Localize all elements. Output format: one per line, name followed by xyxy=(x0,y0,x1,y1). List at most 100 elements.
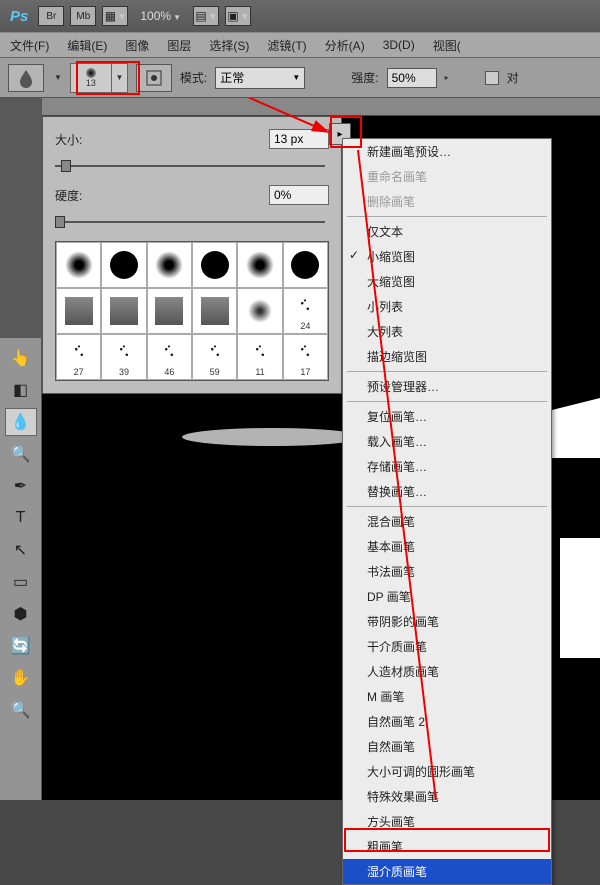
tool-eraser[interactable]: ◧ xyxy=(5,376,37,404)
brush-preset-cell[interactable] xyxy=(101,288,146,334)
hardness-input[interactable]: 0% xyxy=(269,185,329,205)
menu-item[interactable]: 基本画笔 xyxy=(343,534,551,559)
menu-item[interactable]: 自然画笔 xyxy=(343,734,551,759)
brush-preset-cell[interactable]: 17 xyxy=(283,334,328,380)
brush-preset-cell[interactable]: 46 xyxy=(147,334,192,380)
screenmode-button[interactable]: ▦▼ xyxy=(102,6,128,26)
menu-item[interactable]: 预设管理器… xyxy=(343,374,551,399)
tool-dodge[interactable]: 🔍 xyxy=(5,440,37,468)
size-input[interactable]: 13 px xyxy=(269,129,329,149)
options-bar: ▼ 13 ▼ 模式: 正常▼ 强度: 50% ▸ 对 xyxy=(0,58,600,98)
menu-item[interactable]: 特殊效果画笔 xyxy=(343,784,551,809)
tool-shape[interactable]: ▭ xyxy=(5,568,37,596)
menu-image[interactable]: 图像 xyxy=(125,37,149,54)
menu-item[interactable]: 大列表 xyxy=(343,319,551,344)
brush-preset-cell[interactable]: 11 xyxy=(237,334,282,380)
brush-preset-cell[interactable] xyxy=(56,242,101,288)
brush-size-label: 24 xyxy=(300,321,310,331)
menu-layer[interactable]: 图层 xyxy=(167,37,191,54)
brush-preset-cell[interactable] xyxy=(237,242,282,288)
brush-preset-cell[interactable]: 39 xyxy=(101,334,146,380)
menu-item[interactable]: 复位画笔… xyxy=(343,404,551,429)
brush-swatch xyxy=(110,297,138,325)
menu-separator xyxy=(347,216,547,217)
canvas-shape-2 xyxy=(560,538,600,658)
menu-item[interactable]: 大缩览图 xyxy=(343,269,551,294)
menu-item[interactable]: 替换画笔… xyxy=(343,479,551,504)
brush-preset-cell[interactable]: 27 xyxy=(56,334,101,380)
zoom-level[interactable]: 100%▼ xyxy=(134,9,187,23)
menu-item[interactable]: 书法画笔 xyxy=(343,559,551,584)
brush-preset-cell[interactable]: 24 xyxy=(283,288,328,334)
arrange-button[interactable]: ▤▼ xyxy=(193,6,219,26)
brush-preset-cell[interactable] xyxy=(283,242,328,288)
brush-size-label: 46 xyxy=(164,367,174,377)
menu-edit[interactable]: 编辑(E) xyxy=(67,37,107,54)
menu-item[interactable]: 大小可调的圆形画笔 xyxy=(343,759,551,784)
pen-icon: ✒ xyxy=(14,476,27,496)
menu-view[interactable]: 视图( xyxy=(433,37,461,54)
brush-preset-cell[interactable] xyxy=(56,288,101,334)
menu-item[interactable]: DP 画笔 xyxy=(343,584,551,609)
extras-button[interactable]: ▣▼ xyxy=(225,6,251,26)
tool-blur[interactable]: 💧 xyxy=(5,408,37,436)
brush-preset-cell[interactable] xyxy=(101,242,146,288)
menu-item[interactable]: 湿介质画笔 xyxy=(343,859,551,884)
menu-select[interactable]: 选择(S) xyxy=(209,37,249,54)
brush-preset-cell[interactable] xyxy=(147,242,192,288)
tool-pen[interactable]: ✒ xyxy=(5,472,37,500)
menu-3d[interactable]: 3D(D) xyxy=(383,38,415,52)
menu-item[interactable]: 小缩览图✓ xyxy=(343,244,551,269)
strength-input[interactable]: 50% xyxy=(387,68,437,88)
mode-select[interactable]: 正常▼ xyxy=(215,67,305,89)
brush-swatch xyxy=(246,338,274,366)
minibridge-button[interactable]: Mb xyxy=(70,6,96,26)
tool-type[interactable]: T xyxy=(5,504,37,532)
tool-path[interactable]: ↖ xyxy=(5,536,37,564)
brush-swatch xyxy=(110,338,138,366)
menu-filter[interactable]: 滤镜(T) xyxy=(267,37,306,54)
menu-item[interactable]: 存储画笔… xyxy=(343,454,551,479)
menu-item[interactable]: 干介质画笔 xyxy=(343,634,551,659)
menu-item[interactable]: M 画笔 xyxy=(343,684,551,709)
brush-preset-dropdown[interactable]: ▼ xyxy=(112,63,128,93)
brush-preset-cell[interactable] xyxy=(147,288,192,334)
current-tool-icon[interactable] xyxy=(8,64,44,92)
brush-panel-toggle[interactable] xyxy=(136,64,172,92)
menu-item[interactable]: 载入画笔… xyxy=(343,429,551,454)
menu-item[interactable]: 人造材质画笔 xyxy=(343,659,551,684)
menu-item[interactable]: 自然画笔 2 xyxy=(343,709,551,734)
menu-file[interactable]: 文件(F) xyxy=(10,37,49,54)
tool-3drotate[interactable]: 🔄 xyxy=(5,632,37,660)
dodge-icon: 🔍 xyxy=(11,444,31,464)
tool-3d[interactable]: ⬢ xyxy=(5,600,37,628)
brush-size-label: 39 xyxy=(119,367,129,377)
menu-item[interactable]: 方头画笔 xyxy=(343,809,551,834)
menu-item[interactable]: 小列表 xyxy=(343,294,551,319)
menu-item[interactable]: 带阴影的画笔 xyxy=(343,609,551,634)
menu-item[interactable]: 仅文本 xyxy=(343,219,551,244)
tool-smudge[interactable]: 👆 xyxy=(5,344,37,372)
menu-item[interactable]: 粗画笔 xyxy=(343,834,551,859)
menu-item[interactable]: 描边缩览图 xyxy=(343,344,551,369)
bridge-button[interactable]: Br xyxy=(38,6,64,26)
menu-analysis[interactable]: 分析(A) xyxy=(325,37,365,54)
brush-preset-cell[interactable]: 59 xyxy=(192,334,237,380)
menu-item[interactable]: 新建画笔预设… xyxy=(343,139,551,164)
sample-all-checkbox[interactable] xyxy=(485,71,499,85)
tool-zoom[interactable]: 🔍 xyxy=(5,696,37,724)
hardness-slider[interactable] xyxy=(55,213,325,231)
brush-preset-cell[interactable] xyxy=(192,242,237,288)
brush-size-label: 11 xyxy=(255,367,264,377)
shape-icon: ▭ xyxy=(13,572,28,592)
brush-preset-cell[interactable] xyxy=(192,288,237,334)
brush-preset-cell[interactable] xyxy=(237,288,282,334)
brush-swatch xyxy=(291,251,319,279)
hand-icon: ✋ xyxy=(11,668,31,688)
brush-preset-picker[interactable]: 13 xyxy=(70,63,112,93)
zoom-icon: 🔍 xyxy=(11,700,31,720)
tool-hand[interactable]: ✋ xyxy=(5,664,37,692)
blur-tool-icon xyxy=(16,68,36,88)
menu-item[interactable]: 混合画笔 xyxy=(343,509,551,534)
size-slider[interactable] xyxy=(55,157,325,175)
